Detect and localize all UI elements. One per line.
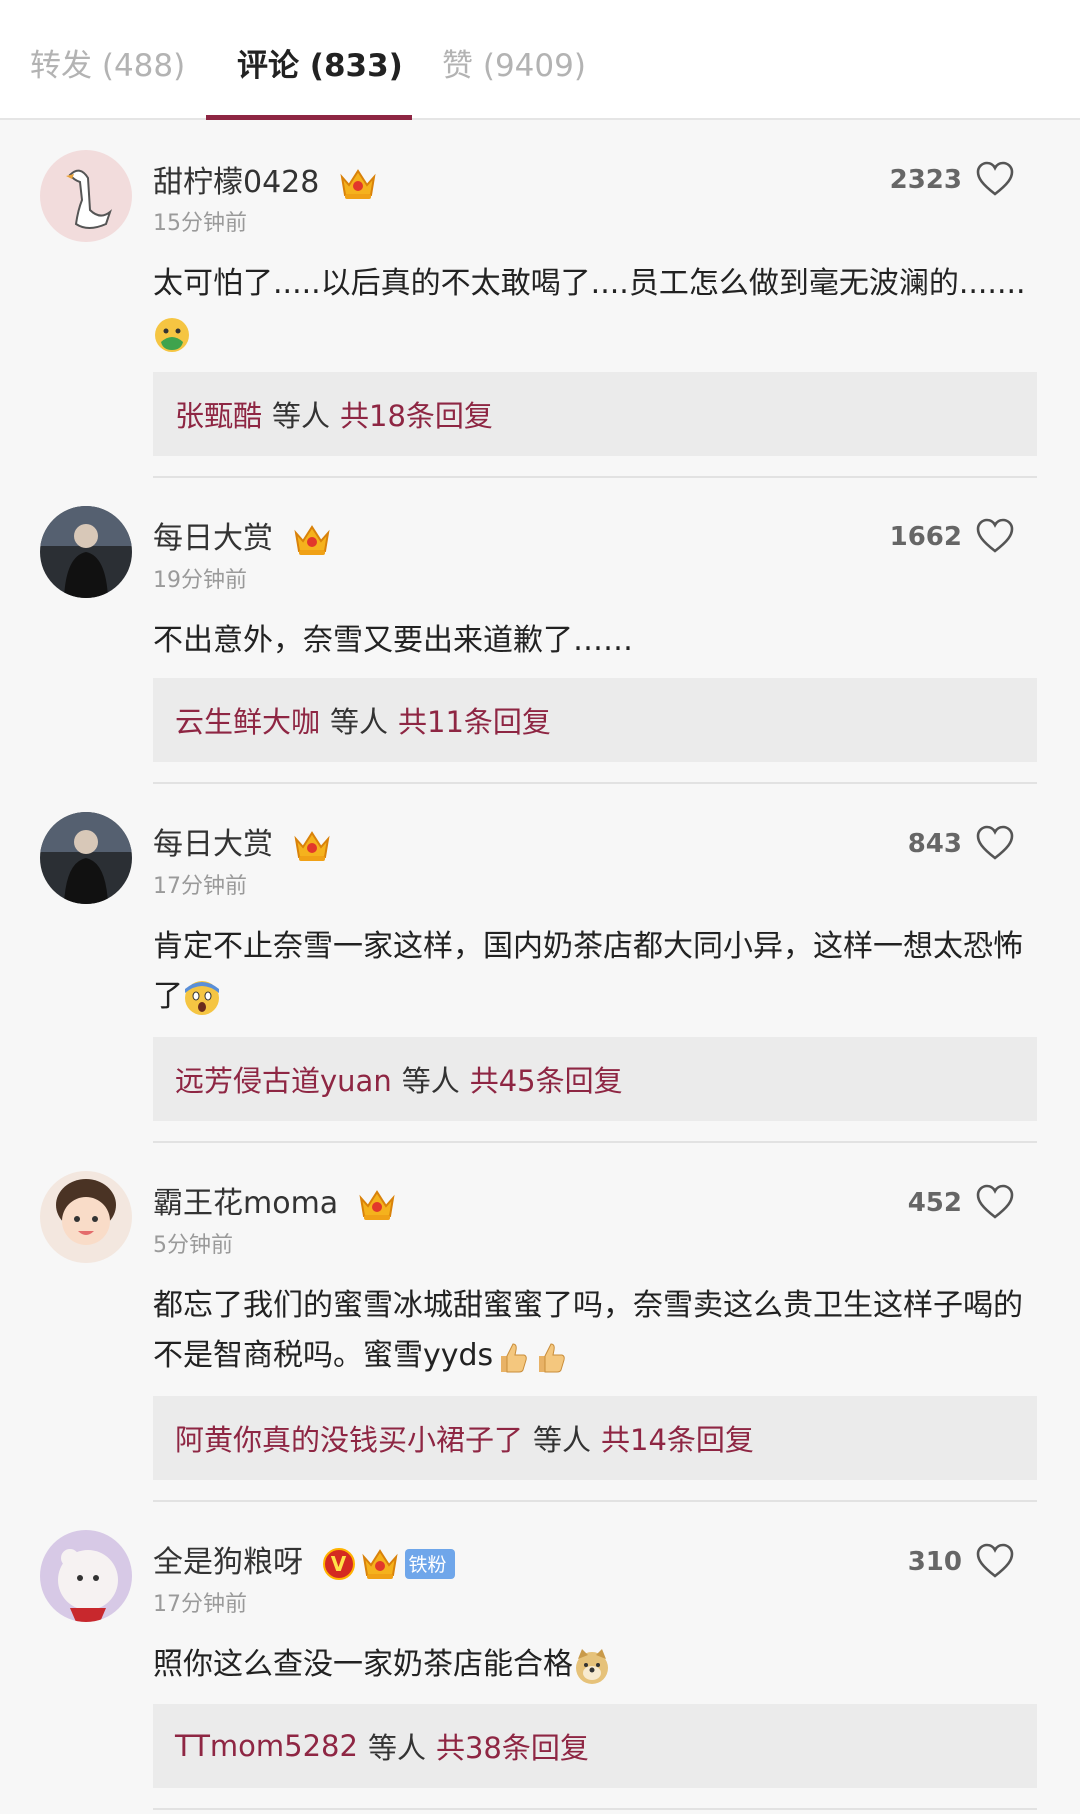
reply-count[interactable]: 共11条回复: [398, 699, 551, 741]
screaming-face-icon: [185, 980, 219, 1015]
like-count: 843: [907, 829, 962, 859]
like-count: 310: [907, 1547, 962, 1577]
reply-summary[interactable]: 阿黄你真的没钱买小裙子了 等人 共14条回复: [153, 1396, 1037, 1480]
vip-crown-icon: [358, 1188, 396, 1222]
thumbs-up-icon: [501, 1342, 527, 1372]
verified-v-badge: V: [322, 1547, 355, 1580]
thumbs-up-icon: [539, 1342, 565, 1372]
heart-icon[interactable]: [976, 161, 1014, 197]
comment-time: 15分钟前: [153, 211, 247, 236]
comment-username[interactable]: 霸王花moma: [153, 1178, 396, 1222]
reply-count[interactable]: 共45条回复: [470, 1058, 623, 1100]
reply-username[interactable]: 张甄酷: [175, 393, 262, 435]
vip-crown-icon: [293, 523, 331, 557]
divider: [153, 1500, 1037, 1502]
comment-username[interactable]: 甜柠檬0428: [153, 157, 377, 201]
comment-text: 照你这么查没一家奶茶店能合格: [153, 1640, 1033, 1690]
tab-likes[interactable]: 赞 (9409): [442, 40, 586, 85]
avatar[interactable]: [40, 150, 132, 242]
divider: [153, 476, 1037, 478]
like-count: 2323: [889, 165, 962, 195]
vip-crown-icon: [293, 829, 331, 863]
comment-time: 17分钟前: [153, 874, 247, 899]
reply-count[interactable]: 共14条回复: [601, 1417, 754, 1459]
heart-icon[interactable]: [976, 825, 1014, 861]
like-count: 1662: [889, 522, 962, 552]
vip-crown-icon: [339, 167, 377, 201]
tab-reposts[interactable]: 转发 (488): [30, 40, 185, 85]
comment-username[interactable]: 每日大赏: [153, 819, 331, 863]
reply-summary[interactable]: 远芳侵古道yuan 等人 共45条回复: [153, 1037, 1037, 1121]
doge-icon: [576, 1648, 608, 1684]
tab-bar: 转发 (488) 评论 (833) 赞 (9409): [0, 0, 1080, 120]
heart-icon[interactable]: [976, 1543, 1014, 1579]
comment-text: 肯定不止奈雪一家这样，国内奶茶店都大同小异，这样一想太恐怖了: [153, 922, 1033, 1022]
avatar[interactable]: [40, 1530, 132, 1622]
reply-summary[interactable]: TTmom5282 等人 共38条回复: [153, 1704, 1037, 1788]
reply-username[interactable]: 云生鲜大咖: [175, 699, 320, 741]
comment-username[interactable]: 每日大赏: [153, 513, 331, 557]
like-count: 452: [907, 1188, 962, 1218]
reply-summary[interactable]: 张甄酷 等人 共18条回复: [153, 372, 1037, 456]
active-tab-indicator: [206, 115, 412, 120]
comment-text: 不出意外，奈雪又要出来道歉了……: [153, 623, 633, 658]
avatar[interactable]: [40, 812, 132, 904]
reply-username[interactable]: TTmom5282: [175, 1729, 358, 1763]
comment-text: 都忘了我们的蜜雪冰城甜蜜蜜了吗，奈雪卖这么贵卫生这样子喝的不是智商税吗。蜜雪yy…: [153, 1281, 1033, 1381]
reply-count[interactable]: 共18条回复: [340, 393, 493, 435]
fan-badge: 铁粉: [404, 1548, 455, 1579]
avatar[interactable]: [40, 506, 132, 598]
comment-text: 太可怕了.....以后真的不太敢喝了....员工怎么做到毫无波澜的.......: [153, 259, 1033, 359]
divider: [153, 1141, 1037, 1143]
reply-username[interactable]: 阿黄你真的没钱买小裙子了: [175, 1417, 523, 1459]
comment-username[interactable]: 全是狗粮呀 V 铁粉: [153, 1537, 455, 1581]
tab-comments[interactable]: 评论 (833): [237, 40, 403, 85]
comment-time: 19分钟前: [153, 568, 247, 593]
avatar[interactable]: [40, 1171, 132, 1263]
heart-icon[interactable]: [976, 518, 1014, 554]
heart-icon[interactable]: [976, 1184, 1014, 1220]
reply-username[interactable]: 远芳侵古道yuan: [175, 1058, 392, 1100]
reply-count[interactable]: 共38条回复: [436, 1725, 589, 1767]
comment-time: 5分钟前: [153, 1233, 233, 1258]
reply-summary[interactable]: 云生鲜大咖 等人 共11条回复: [153, 678, 1037, 762]
vip-crown-icon: [361, 1547, 399, 1581]
nauseated-face-icon: [155, 317, 189, 352]
divider: [153, 782, 1037, 784]
divider: [153, 1808, 1037, 1810]
comment-time: 17分钟前: [153, 1592, 247, 1617]
